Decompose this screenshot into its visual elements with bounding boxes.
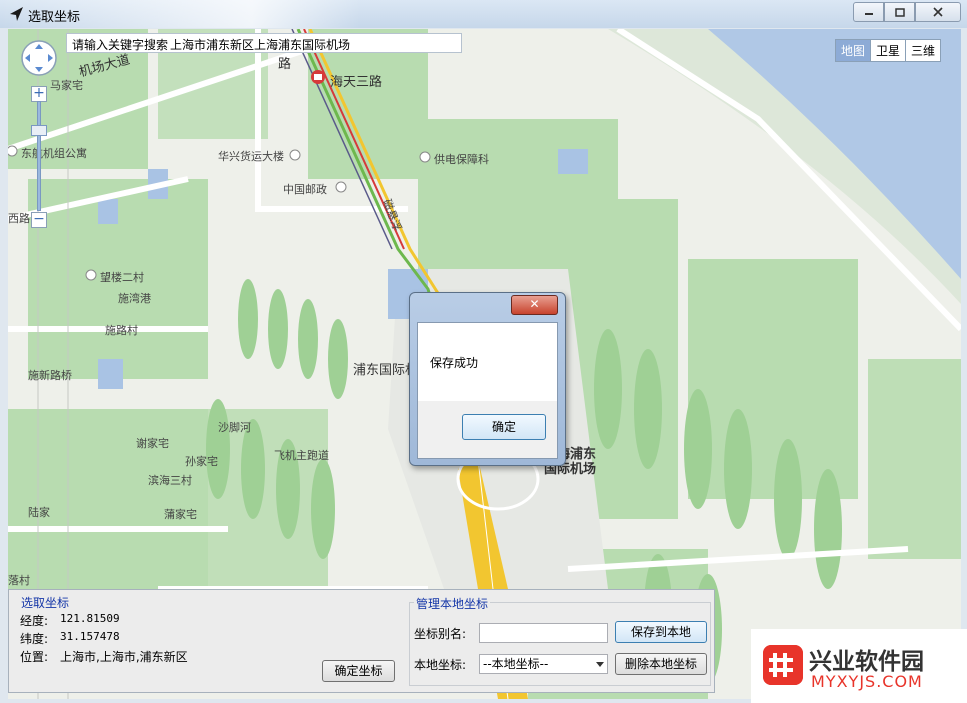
zoom-out-button[interactable]: − — [31, 212, 47, 228]
cursor-arrow-icon — [10, 7, 23, 21]
manage-local-title: 管理本地坐标 — [414, 595, 491, 612]
map-type-satellite[interactable]: 卫星 — [870, 39, 907, 62]
local-coordinate-selected: --本地坐标-- — [483, 657, 549, 671]
search-value: 上海市浦东新区上海浦东国际机场 — [170, 38, 351, 52]
watermark: 兴业软件园 MYXYJS.COM — [751, 629, 967, 703]
watermark-logo-icon — [763, 645, 803, 685]
map-label-binhai: 滨海三村 — [148, 474, 192, 487]
map-type-3d[interactable]: 三维 — [905, 39, 942, 62]
map-label-road-lu: 路 — [278, 57, 292, 72]
map-label-pujiazhai: 蒲家宅 — [164, 508, 197, 521]
zoom-slider-track[interactable] — [37, 101, 41, 211]
map-label-xilu: 西路 — [8, 212, 30, 225]
confirm-coordinate-button[interactable]: 确定坐标 — [322, 660, 395, 682]
pan-control-icon[interactable] — [20, 39, 58, 77]
zoom-slider-handle[interactable] — [31, 125, 47, 136]
close-icon — [933, 7, 943, 17]
watermark-title: 兴业软件园 — [809, 649, 924, 675]
maximize-icon — [894, 7, 905, 17]
minimize-icon — [864, 13, 873, 15]
manage-local-group: 管理本地坐标 坐标别名: 保存到本地 本地坐标: --本地坐标-- 删除本地坐标 — [409, 595, 711, 686]
location-label: 位置: — [20, 650, 49, 664]
save-local-button[interactable]: 保存到本地 — [615, 621, 707, 643]
map-label-wanglou: 望楼二村 — [100, 271, 144, 284]
map-label-shihu: 施路村 — [105, 324, 138, 337]
map-label-shixinluqiao: 施新路桥 — [28, 369, 72, 382]
delete-local-button[interactable]: 删除本地坐标 — [615, 653, 707, 675]
minimize-button[interactable] — [853, 2, 884, 22]
coordinate-panel: 选取坐标 经度: 121.81509 纬度: 31.157478 位置: 上海市… — [8, 589, 715, 693]
alias-label: 坐标别名: — [414, 627, 467, 641]
map-label-huaxing: 华兴货运大楼 — [218, 150, 284, 163]
map-label-youzheng: 中国邮政 — [283, 183, 327, 196]
map-label-feiji-zhulu: 飞机主跑道 — [274, 449, 329, 462]
map-label-gongdian: 供电保障科 — [434, 153, 489, 166]
map-label-majiazhai: 马家宅 — [50, 79, 83, 92]
map-label-dongji-gongyu: 东航机组公寓 — [21, 147, 87, 160]
map-label-lujia: 陆家 — [28, 506, 50, 519]
dialog-message: 保存成功 — [430, 356, 479, 370]
dropdown-arrow-icon — [596, 662, 604, 667]
local-coordinate-select[interactable]: --本地坐标-- — [479, 654, 608, 674]
lng-label: 经度: — [20, 614, 49, 628]
watermark-url: MYXYJS.COM — [811, 672, 923, 691]
local-coordinate-label: 本地坐标: — [414, 658, 467, 672]
zoom-in-button[interactable]: + — [31, 86, 47, 102]
message-dialog: ✕ 保存成功 确定 — [409, 292, 566, 466]
map-label-xiejiazhai: 谢家宅 — [136, 437, 169, 450]
map-label-shiwangang: 施湾港 — [118, 292, 151, 305]
lat-value: 31.157478 — [60, 630, 120, 643]
alias-input[interactable] — [479, 623, 608, 643]
close-button[interactable] — [915, 2, 961, 22]
window-title: 选取坐标 — [28, 10, 81, 25]
map-type-map[interactable]: 地图 — [835, 39, 872, 62]
title-bar: 选取坐标 — [0, 0, 967, 28]
dialog-message-area: 保存成功 — [418, 323, 557, 401]
dialog-close-button[interactable]: ✕ — [511, 295, 558, 315]
map-label-luocun: 落村 — [8, 574, 30, 587]
map-type-switcher: 地图 卫星 三维 — [835, 39, 942, 62]
map-label-sunjiazhai: 孙家宅 — [185, 455, 218, 468]
search-prompt: 请输入关键字搜索 — [72, 38, 169, 52]
dialog-body: 保存成功 确定 — [417, 322, 558, 459]
location-value: 上海市,上海市,浦东新区 — [60, 650, 188, 664]
lng-value: 121.81509 — [60, 612, 120, 625]
lat-label: 纬度: — [20, 632, 49, 646]
dialog-ok-button[interactable]: 确定 — [462, 414, 546, 440]
map-label-shajiaohe: 沙脚河 — [218, 421, 251, 434]
map-label-haitian-sanlu: 海天三路 — [330, 75, 383, 90]
pick-coordinate-title: 选取坐标 — [19, 594, 72, 611]
pick-coordinate-group: 选取坐标 经度: 121.81509 纬度: 31.157478 位置: 上海市… — [13, 594, 403, 688]
search-input[interactable]: 请输入关键字搜索 上海市浦东新区上海浦东国际机场 — [66, 33, 462, 53]
maximize-button[interactable] — [884, 2, 915, 22]
